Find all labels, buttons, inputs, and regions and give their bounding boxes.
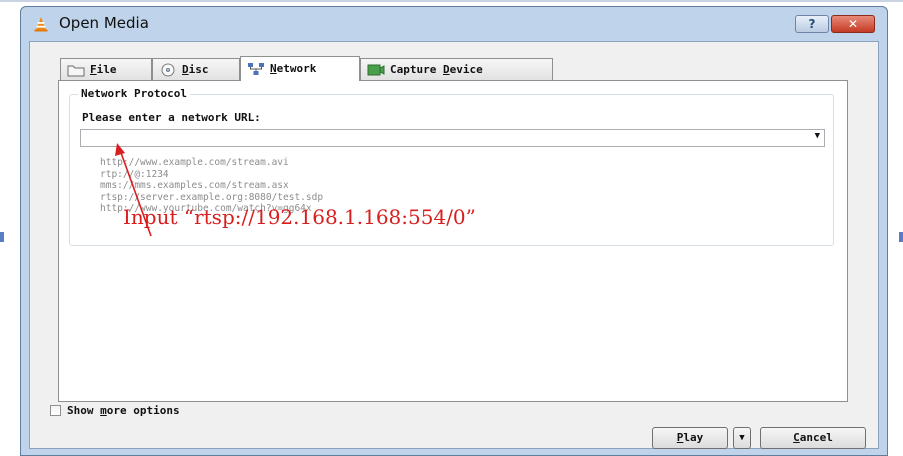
example-url: mms://mms.examples.com/stream.asx — [100, 180, 289, 191]
more-options-prefix: Show — [67, 404, 101, 417]
vlc-cone-icon — [34, 17, 48, 32]
play-label: lay — [683, 431, 704, 444]
chevron-down-icon: ▼ — [739, 433, 745, 443]
screen-top-edge — [0, 0, 903, 2]
open-media-dialog: Open Media ? ✕ File Disc Network Capture… — [20, 6, 888, 456]
cancel-label: ancel — [799, 431, 833, 444]
network-url-combobox[interactable]: ▼ — [80, 129, 825, 147]
tab-capture-accel: D — [442, 62, 450, 76]
tab-capture-label: evice — [449, 62, 483, 76]
more-options-label: ore options — [106, 404, 180, 417]
tab-capture-device[interactable]: Capture Device — [360, 58, 553, 80]
tab-network-accel: N — [270, 62, 277, 75]
tab-disc-accel: D — [182, 62, 189, 76]
play-button[interactable]: Play — [652, 427, 728, 449]
dialog-client-area: File Disc Network Capture Device Network… — [29, 41, 879, 449]
play-options-dropdown[interactable]: ▼ — [733, 427, 751, 449]
tab-disc[interactable]: Disc — [152, 58, 240, 80]
title-bar[interactable]: Open Media ? ✕ — [21, 7, 887, 41]
tab-disc-label: isc — [188, 62, 209, 76]
close-button[interactable]: ✕ — [831, 15, 875, 33]
capture-device-icon — [367, 64, 385, 75]
tab-network-label: etwork — [276, 62, 317, 75]
network-url-input[interactable] — [81, 130, 809, 146]
screen-edge-marker — [899, 232, 903, 242]
cancel-accel: C — [793, 431, 800, 444]
tab-file[interactable]: File — [60, 58, 152, 80]
dropdown-arrow-icon[interactable]: ▼ — [815, 131, 820, 141]
example-url: http://www.example.com/stream.avi — [100, 157, 289, 168]
show-more-options-checkbox[interactable] — [50, 405, 61, 416]
annotation-text: Input “rtsp://192.168.1.168:554/0” — [123, 205, 476, 229]
window-title: Open Media — [59, 14, 149, 32]
more-options-accel: m — [100, 404, 107, 417]
example-url: rtsp://server.example.org:8080/test.sdp — [100, 191, 324, 203]
tab-file-label: ile — [96, 62, 117, 76]
network-icon — [248, 63, 264, 75]
folder-icon — [67, 65, 85, 76]
disc-icon — [161, 63, 175, 76]
group-title: Network Protocol — [78, 87, 190, 100]
cancel-button[interactable]: Cancel — [760, 427, 866, 449]
url-prompt-label: Please enter a network URL: — [82, 111, 261, 124]
example-url: rtp://@:1234 — [100, 168, 169, 180]
tab-capture-prefix: Capture — [390, 62, 443, 76]
tab-file-accel: F — [90, 62, 97, 76]
screen-edge-marker — [0, 232, 4, 242]
network-tab-panel: Network Protocol Please enter a network … — [58, 80, 848, 402]
help-button[interactable]: ? — [795, 15, 829, 33]
tab-network[interactable]: Network — [240, 56, 360, 81]
show-more-options[interactable]: Show more options — [50, 404, 180, 417]
